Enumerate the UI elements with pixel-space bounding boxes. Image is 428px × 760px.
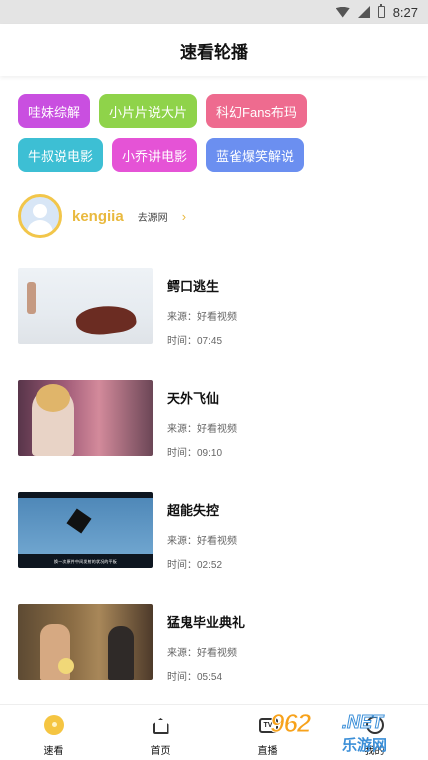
video-source: 来源：好看视频 [167,424,237,435]
video-time: 时间：07:45 [167,336,223,347]
signal-icon [357,6,370,18]
author-row[interactable]: kengiia 去源网 › [18,194,428,238]
nav-label: 速看 [43,746,64,757]
thumb-subtitle: 换一次原件中间发射的状况的平板 [54,559,117,564]
thumb-ball [58,658,74,674]
nav-label: 首页 [150,746,171,757]
video-time: 时间：05:54 [167,672,223,683]
chevron-right-icon[interactable]: › [182,209,186,224]
nav-speed[interactable]: 速看 [0,705,107,760]
tag-chip[interactable]: 小片片说大片 [99,94,198,128]
video-title[interactable]: 猛鬼毕业典礼 [167,612,245,632]
speed-icon [43,715,64,735]
nav-home[interactable]: 首页 [107,705,214,760]
tag-chip[interactable]: 蓝雀爆笑解说 [206,138,305,172]
video-info: 鳄口逃生 来源：好看视频 时间：07:45 [167,268,237,347]
video-info: 超能失控 来源：好看视频 时间：02:52 [167,492,237,571]
video-info: 天外飞仙 来源：好看视频 时间：09:10 [167,380,237,459]
avatar[interactable] [18,194,62,238]
tag-chip[interactable]: 小乔讲电影 [112,138,198,172]
tag-chip[interactable]: 牛叔说电影 [18,138,104,172]
wifi-icon [335,6,350,18]
source-link[interactable]: 去源网 [138,209,168,224]
video-thumbnail[interactable]: 换一次原件中间发射的状况的平板 [18,492,153,568]
video-source: 来源：好看视频 [167,536,237,547]
status-time: 8:27 [392,4,418,20]
video-title[interactable]: 天外飞仙 [167,388,237,408]
status-bar: 8:27 [0,0,428,24]
watermark-cn: 乐游网 [342,737,388,754]
tag-chip[interactable]: 哇妹综解 [18,94,91,128]
page-title: 速看轮播 [180,42,248,62]
tag-chip[interactable]: 科幻Fans布玛 [206,94,307,128]
app-header: 速看轮播 [0,24,428,76]
video-item[interactable]: 猛鬼毕业典礼 来源：好看视频 时间：05:54 [18,604,428,683]
thumb-hair [36,384,70,412]
home-icon [151,715,171,735]
video-thumbnail[interactable] [18,268,153,344]
video-thumbnail[interactable] [18,604,153,680]
video-time: 时间：02:52 [167,560,223,571]
watermark-number: 962 [269,708,311,739]
video-list: 鳄口逃生 来源：好看视频 时间：07:45 天外飞仙 来源：好看视频 时间：09… [0,268,428,683]
video-source: 来源：好看视频 [167,312,237,323]
watermark-logo: 962 .NET 乐游网 [269,708,420,756]
video-item[interactable]: 天外飞仙 来源：好看视频 时间：09:10 [18,380,428,459]
video-info: 猛鬼毕业典礼 来源：好看视频 时间：05:54 [167,604,245,683]
video-title[interactable]: 鳄口逃生 [167,276,237,296]
avatar-head [33,204,47,218]
video-thumbnail[interactable] [18,380,153,456]
thumb-figure [108,626,134,680]
thumb-crocodile [74,301,138,339]
battery-icon [377,4,385,18]
video-time: 时间：09:10 [167,448,223,459]
video-title[interactable]: 超能失控 [167,500,237,520]
avatar-body [27,220,53,235]
author-name[interactable]: kengiia [72,208,124,225]
video-source: 来源：好看视频 [167,648,237,659]
thumb-figure [27,282,36,314]
category-tags: 哇妹综解 小片片说大片 科幻Fans布玛 牛叔说电影 小乔讲电影 蓝雀爆笑解说 [0,76,410,172]
video-item[interactable]: 鳄口逃生 来源：好看视频 时间：07:45 [18,268,428,347]
watermark-suffix: .NET [341,712,384,733]
video-item[interactable]: 换一次原件中间发射的状况的平板 超能失控 来源：好看视频 时间：02:52 [18,492,428,571]
